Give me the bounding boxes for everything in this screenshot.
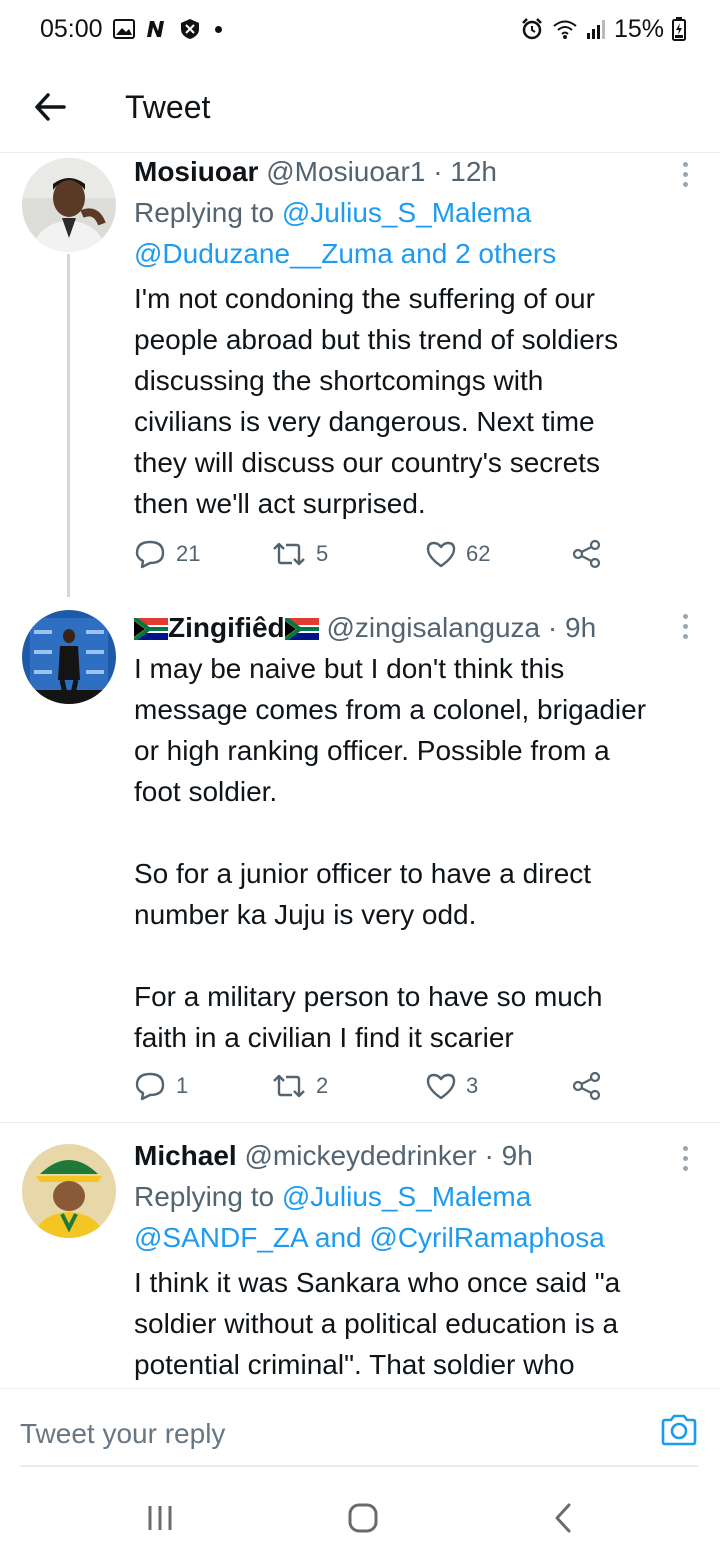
status-right: 15% xyxy=(520,15,686,44)
avatar[interactable] xyxy=(22,1144,116,1238)
tweet-meta: Michael @mickeydedrinker · 9h xyxy=(134,1136,700,1176)
replying-to: Replying to @Julius_S_Malema @Duduzane__… xyxy=(134,192,700,274)
camera-icon xyxy=(661,1414,697,1446)
tweet-item[interactable]: Mosiuoar @Mosiuoar1 · 12h Replying to @J… xyxy=(0,152,720,597)
display-name[interactable]: Zingifiêd xyxy=(168,612,285,643)
reply-icon xyxy=(135,1072,165,1101)
reply-count: 1 xyxy=(176,1073,189,1098)
notification-dot-icon xyxy=(214,25,222,33)
camera-button[interactable] xyxy=(660,1413,698,1452)
app-header: Tweet xyxy=(0,62,720,153)
retweet-icon xyxy=(273,542,305,566)
tweet-actions: 1 2 3 xyxy=(134,1066,614,1106)
tweet-content: Zingifiêd @zingisalanguza · 9h I may be … xyxy=(132,608,700,1058)
status-time: 05:00 xyxy=(40,14,103,43)
avatar-image xyxy=(22,1144,116,1238)
recent-apps-icon xyxy=(148,1505,172,1530)
tweet-text: I think it was Sankara who once said "a … xyxy=(134,1267,621,1380)
tweet-item[interactable]: Michael @mickeydedrinker · 9h Replying t… xyxy=(0,1134,720,1388)
divider xyxy=(0,1122,720,1123)
south-africa-flag-icon xyxy=(132,616,168,642)
like-button[interactable]: 62 xyxy=(426,534,490,574)
avatar-image xyxy=(22,158,116,252)
alarm-icon xyxy=(522,18,542,40)
display-name[interactable]: Michael xyxy=(134,1140,237,1171)
replying-prefix: Replying to xyxy=(134,197,275,228)
replying-to: Replying to @Julius_S_Malema @SANDF_ZA a… xyxy=(134,1176,700,1258)
back-button[interactable] xyxy=(20,77,80,137)
user-handle[interactable]: @Mosiuoar1 xyxy=(266,156,425,187)
signal-icon xyxy=(586,20,605,39)
reply-button[interactable]: 21 xyxy=(134,534,200,574)
retweet-count: 5 xyxy=(316,541,329,566)
home-icon xyxy=(348,1503,378,1532)
user-handle[interactable]: @mickeydedrinker xyxy=(244,1140,476,1171)
news-app-icon xyxy=(146,21,164,37)
back-arrow-icon xyxy=(35,93,66,121)
tweet-meta: Zingifiêd @zingisalanguza · 9h xyxy=(132,608,700,648)
user-handle[interactable]: @zingisalanguza xyxy=(326,612,540,643)
status-bar: 05:00 15% xyxy=(0,0,720,58)
tweet-time: · 12h xyxy=(433,156,498,187)
tweet-content: Michael @mickeydedrinker · 9h Replying t… xyxy=(134,1136,700,1385)
blocked-notification-icon xyxy=(180,19,199,39)
retweet-button[interactable]: 5 xyxy=(272,534,328,574)
home-button[interactable] xyxy=(347,1502,379,1539)
tweet-actions: 21 5 62 xyxy=(134,534,614,574)
page-title: Tweet xyxy=(125,88,211,125)
replying-prefix: Replying to xyxy=(134,1181,275,1212)
retweet-count: 2 xyxy=(316,1073,329,1098)
system-back-button[interactable] xyxy=(552,1502,574,1539)
south-africa-flag-icon xyxy=(283,616,319,642)
tweet-text: I'm not condoning the suffering of our p… xyxy=(134,283,619,519)
reply-composer: Tweet your reply xyxy=(0,1388,720,1481)
retweet-icon xyxy=(273,1074,305,1098)
avatar[interactable] xyxy=(22,610,116,704)
like-icon xyxy=(426,1073,456,1100)
tweet-meta: Mosiuoar @Mosiuoar1 · 12h xyxy=(134,152,700,192)
like-button[interactable]: 3 xyxy=(426,1066,478,1106)
share-icon xyxy=(572,1071,601,1101)
wifi-icon xyxy=(553,20,577,39)
like-count: 3 xyxy=(466,1073,479,1098)
system-nav-bar xyxy=(0,1480,720,1560)
mention-link[interactable]: @Duduzane__Zuma and 2 others xyxy=(134,238,556,269)
recent-apps-button[interactable] xyxy=(146,1504,174,1537)
tweet-time: · 9h xyxy=(484,1140,533,1171)
like-count: 62 xyxy=(466,541,491,566)
back-nav-icon xyxy=(555,1503,571,1532)
share-icon xyxy=(572,539,601,569)
reply-input[interactable]: Tweet your reply xyxy=(20,1403,698,1467)
thread-line xyxy=(67,254,70,597)
mention-link[interactable]: @Julius_S_Malema xyxy=(282,1181,531,1212)
gallery-icon xyxy=(112,19,135,39)
mention-link[interactable]: @SANDF_ZA and @CyrilRamaphosa xyxy=(134,1222,605,1253)
display-name[interactable]: Mosiuoar xyxy=(134,156,258,187)
status-left: 05:00 xyxy=(40,15,222,44)
tweet-text: I may be naive but I don't think this me… xyxy=(134,653,647,1053)
reply-icon xyxy=(135,540,165,569)
battery-percent: 15% xyxy=(613,14,664,43)
share-button[interactable] xyxy=(572,1066,602,1106)
battery-icon xyxy=(672,17,686,41)
retweet-button[interactable]: 2 xyxy=(272,1066,328,1106)
tweet-content: Mosiuoar @Mosiuoar1 · 12h Replying to @J… xyxy=(134,152,700,524)
avatar[interactable] xyxy=(22,158,116,252)
tweet-item[interactable]: Zingifiêd @zingisalanguza · 9h I may be … xyxy=(0,600,720,1120)
reply-button[interactable]: 1 xyxy=(134,1066,188,1106)
reply-count: 21 xyxy=(176,541,201,566)
avatar-image xyxy=(22,610,116,704)
tweet-time: · 9h xyxy=(547,612,597,643)
mention-link[interactable]: @Julius_S_Malema xyxy=(282,197,531,228)
share-button[interactable] xyxy=(572,534,602,574)
like-icon xyxy=(426,541,456,568)
